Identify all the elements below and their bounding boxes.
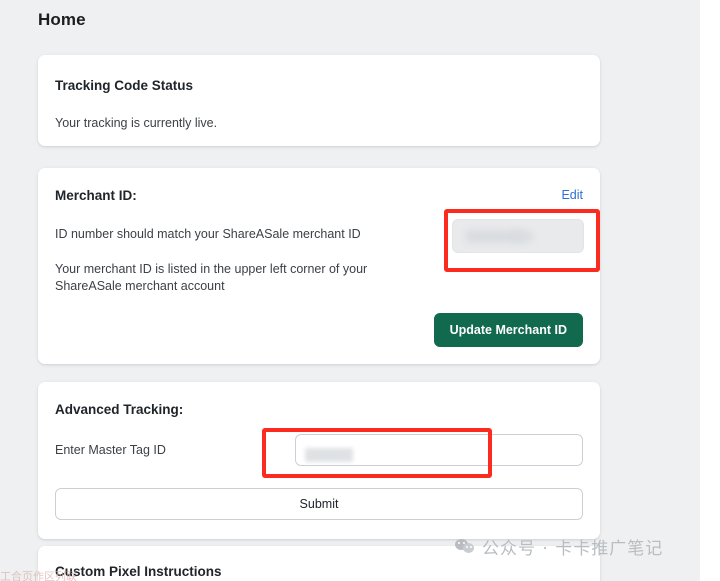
redacted-value-block	[305, 448, 353, 462]
wechat-icon	[455, 538, 475, 555]
update-merchant-id-button[interactable]: Update Merchant ID	[434, 313, 583, 347]
advanced-card-title: Advanced Tracking:	[55, 402, 183, 417]
submit-button[interactable]: Submit	[55, 488, 583, 520]
merchant-card-title: Merchant ID:	[55, 188, 137, 203]
app-screen: Home Tracking Code Status Your tracking …	[0, 0, 720, 581]
merchant-note-secondary: Your merchant ID is listed in the upper …	[55, 261, 415, 295]
watermark: 公众号 · 卡卡推广笔记	[455, 534, 663, 559]
redacted-value-tail	[515, 232, 533, 241]
merchant-note-primary: ID number should match your ShareASale m…	[55, 226, 361, 243]
bottom-edge-artifact: 工合页作区列联	[0, 568, 118, 581]
watermark-text: 公众号 · 卡卡推广笔记	[482, 534, 663, 559]
tracking-status-text: Your tracking is currently live.	[55, 115, 217, 132]
tracking-card-title: Tracking Code Status	[55, 78, 193, 93]
page-title: Home	[38, 10, 86, 30]
advanced-tracking-card: Advanced Tracking: Enter Master Tag ID S…	[38, 382, 600, 539]
merchant-id-input[interactable]	[452, 219, 584, 253]
merchant-id-card: Merchant ID: Edit ID number should match…	[38, 168, 600, 364]
master-tag-id-label: Enter Master Tag ID	[55, 442, 166, 459]
master-tag-id-input[interactable]	[295, 434, 583, 466]
edit-link[interactable]: Edit	[561, 188, 583, 202]
tracking-code-status-card: Tracking Code Status Your tracking is cu…	[38, 55, 600, 146]
